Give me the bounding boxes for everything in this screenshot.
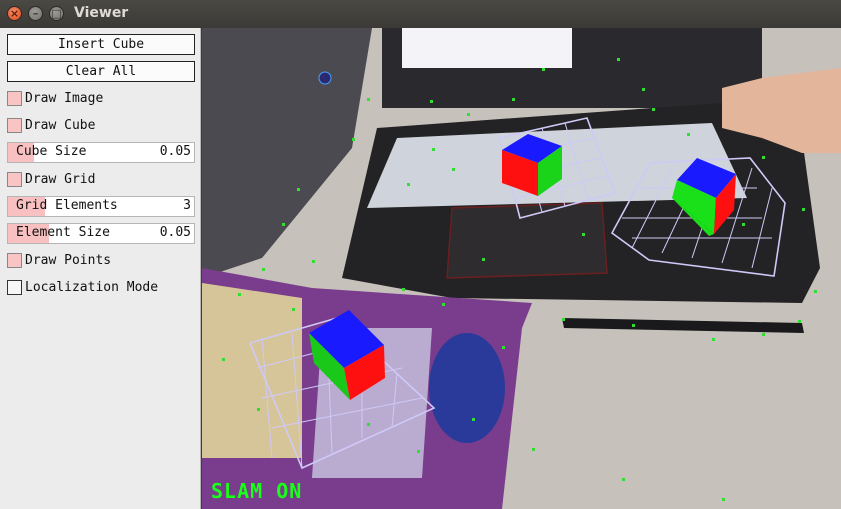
draw-grid-checkbox-box[interactable]	[7, 172, 22, 187]
element-size-label: Element Size	[16, 225, 110, 240]
blue-led	[318, 71, 332, 85]
laptop-touchpad	[446, 202, 608, 279]
title-bar: × – □ Viewer	[0, 0, 841, 29]
cereal-logo	[429, 333, 505, 443]
slam-status: SLAM ON	[211, 479, 303, 503]
draw-cube-label: Draw Cube	[25, 118, 96, 133]
maximize-window-button[interactable]: □	[49, 6, 64, 21]
localization-mode-label: Localization Mode	[25, 280, 159, 295]
clear-all-button[interactable]: Clear All	[7, 61, 195, 82]
window-title: Viewer	[74, 5, 129, 21]
grid-elements-value: 3	[183, 198, 191, 213]
grid-elements-label: Grid Elements	[16, 198, 118, 213]
close-window-button[interactable]: ×	[7, 6, 22, 21]
draw-image-label: Draw Image	[25, 91, 104, 106]
monitor-screen-glow	[402, 28, 572, 68]
cube-size-label: Cube Size	[16, 144, 87, 159]
draw-image-checkbox-box[interactable]	[7, 91, 22, 106]
grid-elements-slider[interactable]: Grid Elements 3	[7, 196, 195, 217]
draw-cube-checkbox-box[interactable]	[7, 118, 22, 133]
camera-scene	[202, 28, 841, 509]
element-size-value: 0.05	[159, 225, 191, 240]
camera-viewport[interactable]: SLAM ON	[202, 28, 841, 509]
cube-size-slider[interactable]: Cube Size 0.05	[7, 142, 195, 163]
draw-points-label: Draw Points	[25, 253, 112, 268]
draw-points-checkbox-box[interactable]	[7, 253, 22, 268]
element-size-slider[interactable]: Element Size 0.05	[7, 223, 195, 244]
localization-mode-checkbox-box[interactable]	[7, 280, 22, 295]
minimize-window-button[interactable]: –	[28, 6, 43, 21]
insert-cube-button[interactable]: Insert Cube	[7, 34, 195, 55]
cube-size-value: 0.05	[159, 144, 191, 159]
draw-grid-label: Draw Grid	[25, 172, 96, 187]
control-panel: Insert Cube Clear All Draw Image Draw Cu…	[0, 28, 201, 509]
